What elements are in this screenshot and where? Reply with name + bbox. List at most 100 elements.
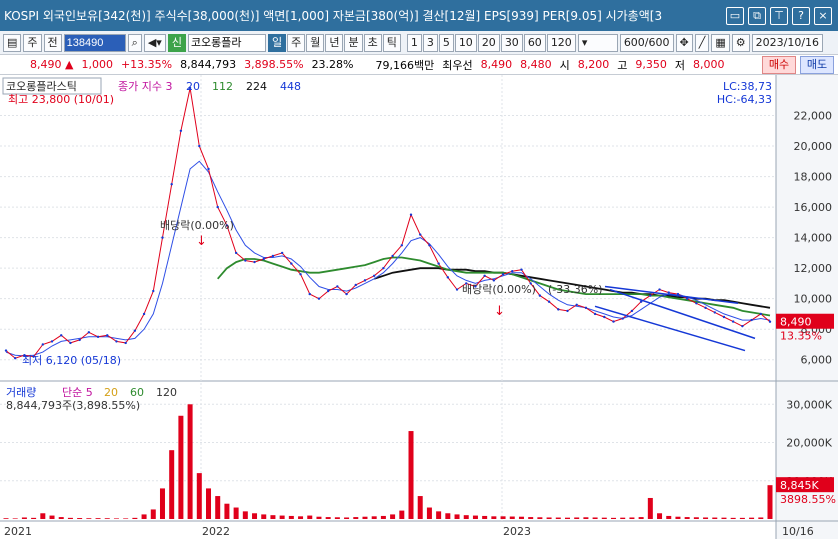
volume-bar bbox=[509, 516, 515, 519]
volume-bar bbox=[31, 517, 37, 519]
close-point bbox=[667, 291, 670, 294]
close-point bbox=[400, 244, 404, 247]
vol-tick-label: 20,000K bbox=[786, 437, 832, 450]
line-tool-icon[interactable]: ╱ bbox=[694, 33, 710, 52]
unit-tab-0[interactable]: 일 bbox=[267, 33, 287, 52]
crosshair-icon[interactable]: ✥ bbox=[675, 33, 693, 52]
volume-bar bbox=[380, 515, 386, 519]
close-point bbox=[216, 205, 219, 209]
close-point bbox=[695, 302, 698, 305]
volume-bar bbox=[169, 450, 175, 519]
vol-ma-period: 120 bbox=[156, 386, 177, 399]
price-value: 8,490 ▲ bbox=[30, 58, 74, 71]
low-note: 최저 6,120 (05/18) bbox=[22, 354, 121, 367]
best-ask-label: 최우선 bbox=[442, 58, 473, 72]
settings-icon[interactable]: ⚙ bbox=[731, 33, 750, 52]
unit-tab-4[interactable]: 분 bbox=[344, 33, 363, 52]
interval-tab-5[interactable]: 5 bbox=[438, 33, 454, 52]
interval-tab-20[interactable]: 20 bbox=[477, 33, 500, 52]
price-axis-label: 8,490 bbox=[780, 316, 812, 329]
volume-bar bbox=[178, 415, 184, 519]
close-point bbox=[133, 329, 137, 332]
volume-bar bbox=[58, 517, 64, 519]
dividend-arrow-2: ↓ bbox=[494, 304, 505, 319]
chart-toolbar: ▤ 주 전 ⌕ ◀▾ 신 코오롱플라 일주월년분초틱 1351020306012… bbox=[0, 31, 838, 55]
unit-tab-1[interactable]: 주 bbox=[287, 33, 306, 52]
close-point bbox=[685, 297, 689, 300]
interval-tab-30[interactable]: 30 bbox=[500, 33, 523, 52]
volume-bar bbox=[49, 515, 55, 519]
volume-bar bbox=[666, 515, 672, 519]
vol-ma-label: 단순 5 bbox=[62, 386, 93, 399]
volume-bar bbox=[638, 517, 644, 519]
volume-bar bbox=[518, 516, 524, 519]
count-input[interactable]: 600/600 bbox=[619, 33, 674, 52]
buy-button[interactable]: 매수 bbox=[762, 56, 796, 74]
price-chart[interactable]: 22,000 20,000 18,000 16,000 14,000 12,000 10,0… bbox=[0, 75, 838, 539]
vol-axis-pct: 3898.55% bbox=[780, 493, 836, 506]
close-point bbox=[768, 320, 772, 323]
date-input[interactable]: 2023/10/16 bbox=[751, 33, 824, 52]
interval-dropdown[interactable]: ▾ bbox=[577, 33, 618, 52]
unit-tab-2[interactable]: 월 bbox=[306, 33, 325, 52]
volume-bar bbox=[113, 518, 119, 519]
y-tick-label: 16,000 bbox=[794, 201, 833, 214]
volume-bar bbox=[371, 516, 377, 519]
dividend-note: 배당락(0.00%) bbox=[160, 219, 234, 232]
pin-icon[interactable]: ⊤ bbox=[770, 6, 788, 25]
y-tick-label: 18,000 bbox=[794, 171, 833, 184]
new-window-icon[interactable]: ⧉ bbox=[748, 6, 766, 25]
volume-bar bbox=[159, 488, 165, 519]
interval-tab-10[interactable]: 10 bbox=[454, 33, 477, 52]
volume-bar bbox=[767, 485, 773, 519]
volume-bar bbox=[629, 517, 635, 519]
volume-bar bbox=[242, 511, 248, 519]
interval-tab-60[interactable]: 60 bbox=[523, 33, 546, 52]
unit-tab-5[interactable]: 초 bbox=[363, 33, 382, 52]
vol-axis-label: 8,845K bbox=[780, 479, 819, 492]
volume-bar bbox=[491, 516, 497, 519]
interval-tab-120[interactable]: 120 bbox=[546, 33, 576, 52]
volume-bar bbox=[592, 517, 598, 519]
interval-tab-1[interactable]: 1 bbox=[406, 33, 422, 52]
trend-note: (-33.36%) bbox=[548, 283, 603, 296]
help-icon[interactable]: ? bbox=[792, 6, 810, 25]
unit-tab-3[interactable]: 년 bbox=[325, 33, 344, 52]
close-point bbox=[124, 341, 127, 345]
close-point bbox=[483, 274, 486, 277]
unit-tab-6[interactable]: 틱 bbox=[382, 33, 401, 52]
vol-value-text: 8,844,793주(3,898.55%) bbox=[6, 399, 140, 412]
prev-button[interactable]: 전 bbox=[43, 33, 62, 52]
close-point bbox=[603, 315, 606, 319]
close-point bbox=[382, 266, 385, 270]
close-point bbox=[262, 257, 265, 261]
close-icon[interactable]: × bbox=[814, 6, 832, 25]
close-point bbox=[419, 233, 422, 236]
change-pct: +13.35% bbox=[120, 58, 173, 71]
volume-bar bbox=[601, 517, 607, 519]
grid-icon[interactable]: ▦ bbox=[711, 33, 730, 52]
restore-icon[interactable]: ▭ bbox=[726, 6, 744, 25]
volume-bar bbox=[445, 513, 451, 519]
close-point bbox=[244, 259, 247, 262]
y-tick-label: 6,000 bbox=[801, 354, 833, 367]
ma-period-label: 224 bbox=[246, 80, 267, 93]
close-point bbox=[106, 334, 109, 337]
search-icon[interactable]: ⌕ bbox=[127, 33, 142, 52]
stock-code-input[interactable] bbox=[63, 33, 126, 52]
period-select[interactable]: 주 bbox=[23, 33, 42, 52]
volume-bar bbox=[739, 517, 745, 519]
interval-tab-3[interactable]: 3 bbox=[422, 33, 438, 52]
menu-icon[interactable]: ▤ bbox=[3, 33, 22, 52]
volume-pct: 3,898.55% bbox=[244, 58, 304, 71]
volume-bar bbox=[684, 517, 690, 519]
sell-button[interactable]: 매도 bbox=[800, 56, 834, 74]
stock-name[interactable]: 코오롱플라 bbox=[187, 33, 266, 52]
close-point bbox=[4, 349, 8, 352]
close-point bbox=[704, 306, 707, 310]
panel-title: 코오롱플라스틱 bbox=[6, 80, 77, 93]
close-point bbox=[621, 317, 624, 320]
speaker-icon[interactable]: ◀▾ bbox=[143, 33, 166, 52]
close-point bbox=[326, 289, 330, 293]
volume-bar bbox=[40, 513, 46, 519]
